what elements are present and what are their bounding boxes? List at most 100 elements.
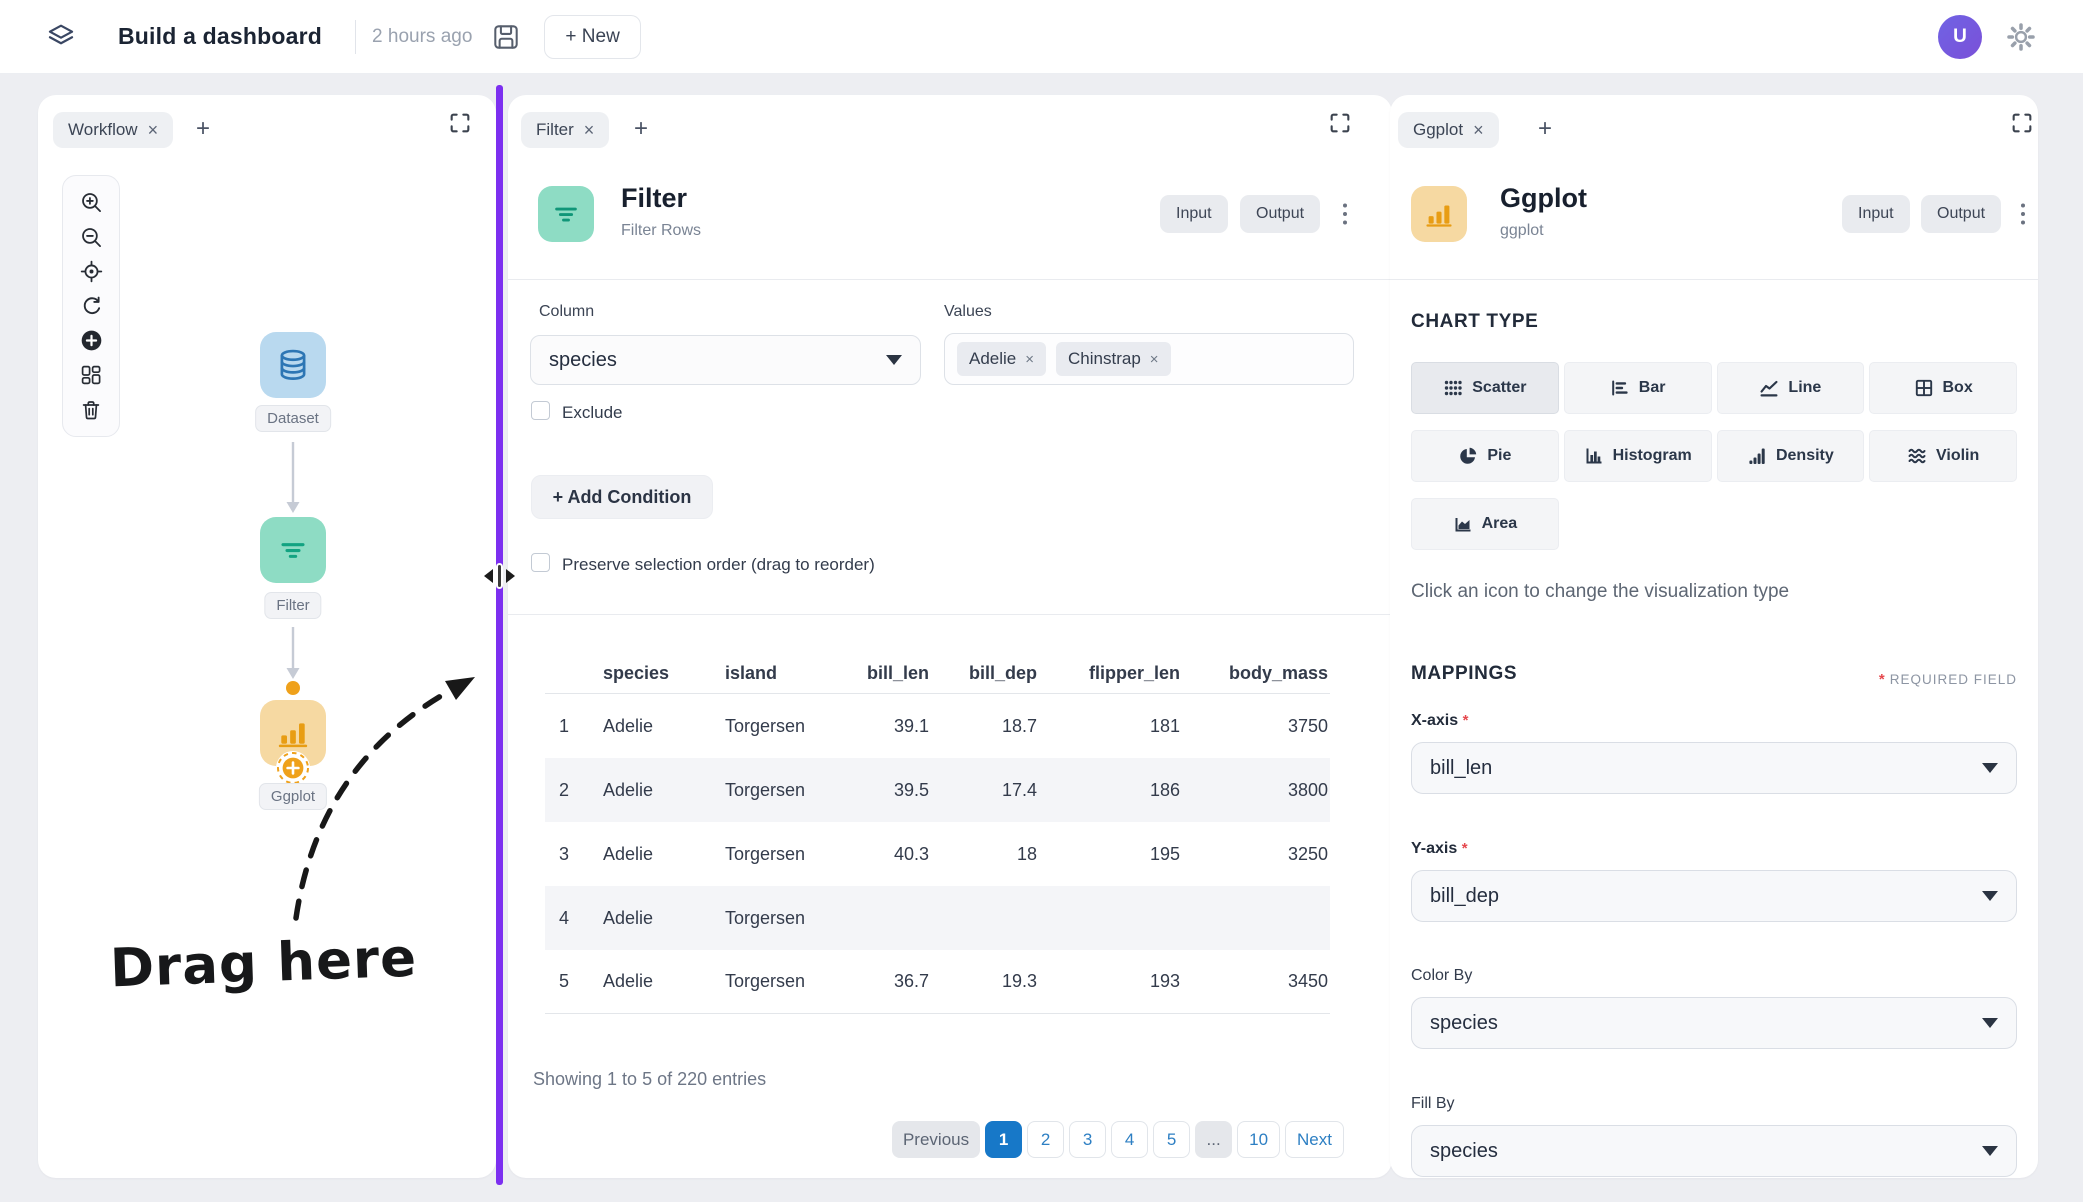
column-select-value: species [549, 349, 617, 372]
settings-button[interactable] [2004, 20, 2038, 54]
pagination-page[interactable]: 3 [1069, 1121, 1106, 1158]
chart-type-violin[interactable]: Violin [1869, 430, 2017, 482]
chart-type-grid: Scatter Bar [1411, 362, 2017, 550]
pagination: Previous 1 2 3 4 5 ... 10 Next [892, 1121, 1344, 1158]
gear-icon [2006, 22, 2036, 52]
fullscreen-icon[interactable] [2012, 112, 2034, 134]
more-options-icon[interactable] [2020, 201, 2038, 227]
trash-icon[interactable] [71, 396, 111, 424]
input-button[interactable]: Input [1842, 195, 1910, 233]
chevron-down-icon [1982, 1146, 1998, 1156]
new-button[interactable]: + New [544, 15, 640, 59]
pagination-page[interactable]: 5 [1153, 1121, 1190, 1158]
remove-value-icon[interactable]: × [1150, 351, 1159, 368]
table-row[interactable]: 4 Adelie Torgersen [545, 886, 1330, 950]
last-saved-timestamp: 2 hours ago [372, 26, 472, 48]
x-axis-select[interactable]: bill_len [1411, 742, 2017, 794]
tab-ggplot[interactable]: Ggplot × [1398, 112, 1499, 148]
tab-workflow-label: Workflow [68, 120, 138, 140]
resize-grip-icon [496, 563, 503, 589]
tab-filter[interactable]: Filter × [521, 112, 609, 148]
add-node-icon[interactable] [71, 327, 111, 355]
node-label-ggplot: Ggplot [259, 783, 327, 810]
add-condition-button[interactable]: + Add Condition [531, 475, 713, 519]
required-field-note: *REQUIRED FIELD [1879, 671, 2017, 688]
column-header[interactable]: island [705, 663, 855, 684]
value-chip-label: Adelie [969, 349, 1016, 369]
pagination-previous[interactable]: Previous [892, 1121, 980, 1158]
chart-type-pie[interactable]: Pie [1411, 430, 1559, 482]
pagination-page[interactable]: 2 [1027, 1121, 1064, 1158]
fill-by-value: species [1430, 1140, 1498, 1163]
chart-type-box[interactable]: Box [1869, 362, 2017, 414]
close-icon[interactable]: × [584, 121, 595, 139]
preserve-order-label: Preserve selection order (drag to reorde… [562, 555, 875, 575]
refresh-icon[interactable] [71, 292, 111, 320]
save-button[interactable] [489, 20, 523, 54]
column-header[interactable]: body_mass [1182, 663, 1330, 684]
chart-type-scatter[interactable]: Scatter [1411, 362, 1559, 414]
column-header[interactable]: bill_len [855, 663, 931, 684]
chart-type-label: Box [1943, 379, 1973, 397]
panel-resize-divider[interactable] [496, 85, 503, 1185]
resize-handle[interactable] [482, 561, 517, 591]
column-header[interactable]: species [583, 663, 705, 684]
avatar[interactable]: U [1938, 15, 1982, 59]
zoom-in-icon[interactable] [71, 189, 111, 217]
box-plot-icon [1914, 378, 1934, 398]
add-tab-button[interactable]: + [196, 117, 210, 141]
preserve-order-checkbox[interactable] [531, 553, 550, 572]
input-button[interactable]: Input [1160, 195, 1228, 233]
column-select[interactable]: species [530, 335, 921, 385]
chart-type-label: Density [1776, 447, 1834, 465]
table-row[interactable]: 2 Adelie Torgersen 39.5 17.4 186 3800 [545, 758, 1330, 822]
zoom-out-icon[interactable] [71, 223, 111, 251]
add-tab-button[interactable]: + [634, 117, 648, 141]
add-output-badge[interactable] [273, 748, 313, 788]
ggplot-panel: Ggplot × + Ggplot ggplot Input Output [1390, 95, 2038, 1178]
table-row[interactable]: 5 Adelie Torgersen 36.7 19.3 193 3450 [545, 950, 1330, 1014]
close-icon[interactable]: × [148, 121, 159, 139]
fullscreen-icon[interactable] [450, 112, 472, 134]
column-header[interactable]: bill_dep [931, 663, 1039, 684]
topbar: Build a dashboard 2 hours ago + New U [0, 0, 2083, 74]
chart-type-line[interactable]: Line [1717, 362, 1865, 414]
chevron-down-icon [886, 355, 902, 365]
add-tab-button[interactable]: + [1538, 117, 1552, 141]
bar-chart-icon [1411, 186, 1467, 242]
node-label-dataset: Dataset [255, 405, 331, 432]
tab-workflow[interactable]: Workflow × [53, 112, 173, 148]
close-icon[interactable]: × [1473, 121, 1484, 139]
layout-grid-icon[interactable] [71, 361, 111, 389]
column-header[interactable]: flipper_len [1039, 663, 1182, 684]
chart-type-histogram[interactable]: Histogram [1564, 430, 1712, 482]
line-chart-icon [1759, 378, 1779, 398]
values-multiselect[interactable]: Adelie × Chinstrap × [944, 333, 1354, 385]
chart-type-bar[interactable]: Bar [1564, 362, 1712, 414]
values-label: Values [944, 303, 992, 321]
output-button[interactable]: Output [1240, 195, 1320, 233]
pagination-next[interactable]: Next [1285, 1121, 1344, 1158]
workflow-node-dataset[interactable] [260, 332, 326, 398]
chart-type-area[interactable]: Area [1411, 498, 1559, 550]
y-axis-select[interactable]: bill_dep [1411, 870, 2017, 922]
chart-type-density[interactable]: Density [1717, 430, 1865, 482]
ggplot-title: Ggplot [1500, 183, 1587, 214]
pagination-page[interactable]: 10 [1237, 1121, 1280, 1158]
output-button[interactable]: Output [1921, 195, 2001, 233]
fullscreen-icon[interactable] [1330, 112, 1352, 134]
remove-value-icon[interactable]: × [1025, 351, 1034, 368]
more-options-icon[interactable] [1342, 201, 1362, 227]
y-axis-label: Y-axis * [1411, 840, 1472, 858]
drag-here-annotation: Drag here [109, 928, 418, 1000]
filter-icon [538, 186, 594, 242]
locate-center-icon[interactable] [71, 258, 111, 286]
pagination-page[interactable]: 4 [1111, 1121, 1148, 1158]
table-row[interactable]: 3 Adelie Torgersen 40.3 18 195 3250 [545, 822, 1330, 886]
fill-by-select[interactable]: species [1411, 1125, 2017, 1177]
pagination-page[interactable]: 1 [985, 1121, 1022, 1158]
table-row[interactable]: 1 Adelie Torgersen 39.1 18.7 181 3750 [545, 694, 1330, 758]
workflow-node-filter[interactable] [260, 517, 326, 583]
exclude-checkbox[interactable] [531, 401, 550, 420]
color-by-select[interactable]: species [1411, 997, 2017, 1049]
